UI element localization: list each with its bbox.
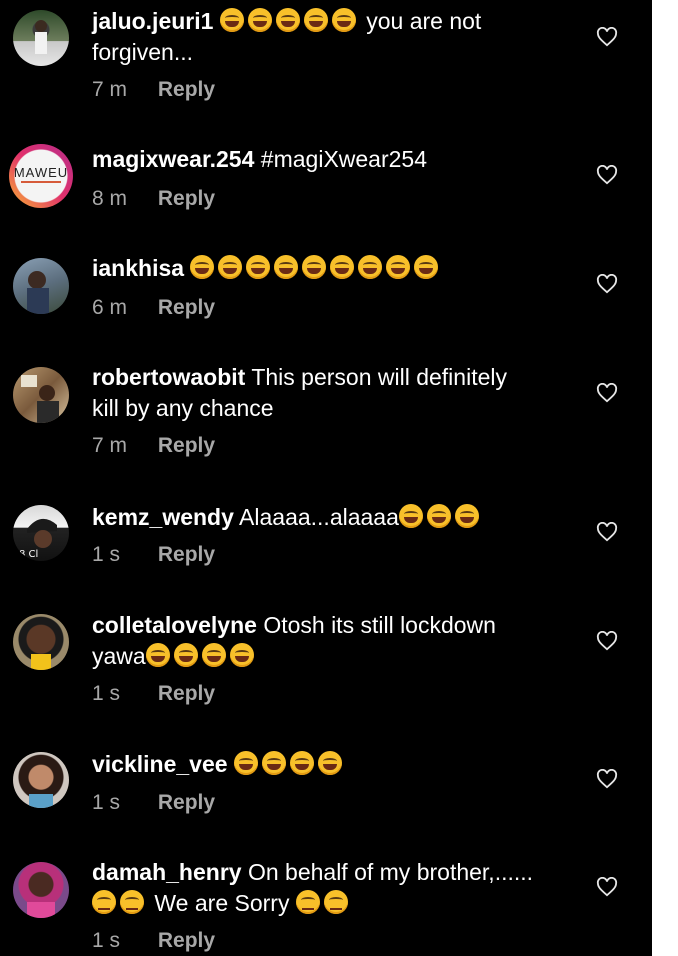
comment-time: 6 m <box>92 296 128 319</box>
comment-text: you are not <box>366 8 482 34</box>
comment-time: 8 m <box>92 187 128 210</box>
comment-text: This person will definitely <box>251 364 507 390</box>
reply-button[interactable]: Reply <box>158 543 215 566</box>
confused-emoji-icon <box>295 890 352 916</box>
reply-button[interactable]: Reply <box>158 682 215 705</box>
comment-text-continued: yawa <box>92 643 146 669</box>
comment-meta: 1 s Reply <box>92 791 215 815</box>
brand-logo: MAWEU <box>13 165 69 180</box>
comment-body: magixwear.254 #magiXwear254 <box>92 144 562 175</box>
avatar[interactable] <box>13 614 69 670</box>
comment-time: 1 s <box>92 543 121 566</box>
comment-body: damah_henry On behalf of my brother,....… <box>92 857 562 919</box>
comment-username[interactable]: jaluo.jeuri1 <box>92 8 213 34</box>
comment-meta: 1 s Reply <box>92 682 215 706</box>
heart-icon[interactable] <box>596 383 618 403</box>
comment-meta: 7 m Reply <box>92 434 215 458</box>
comment-username[interactable]: magixwear.254 <box>92 146 254 172</box>
comment-time: 1 s <box>92 682 121 705</box>
avatar[interactable] <box>13 367 69 423</box>
heart-icon[interactable] <box>596 631 618 651</box>
heart-icon[interactable] <box>596 522 618 542</box>
comment-text: #magiXwear254 <box>260 146 428 172</box>
comment-meta: 6 m Reply <box>92 296 215 320</box>
avatar[interactable] <box>13 10 69 66</box>
grinning-emoji-icon <box>190 255 442 281</box>
heart-icon[interactable] <box>596 165 618 185</box>
avatar[interactable] <box>13 862 69 918</box>
comment-body: robertowaobit This person will definitel… <box>92 362 562 424</box>
comment-text-continued: We are Sorry <box>154 890 290 916</box>
comment-text-continued: kill by any chance <box>92 395 274 421</box>
heart-icon[interactable] <box>596 27 618 47</box>
comment-meta: 8 m Reply <box>92 187 215 211</box>
comment-username[interactable]: vickline_vee <box>92 751 228 777</box>
heart-icon[interactable] <box>596 769 618 789</box>
comment-body: kemz_wendy Alaaaa...alaaaa <box>92 502 562 533</box>
avatar[interactable] <box>13 752 69 808</box>
avatar[interactable]: MAWEU <box>9 144 73 208</box>
comment-text: On behalf of my brother,...... <box>247 859 534 885</box>
avatar[interactable]: 8 Cl <box>13 505 69 561</box>
grinning-emoji-icon <box>398 504 483 530</box>
reply-button[interactable]: Reply <box>158 78 215 101</box>
comment-time: 1 s <box>92 929 121 952</box>
avatar[interactable] <box>13 258 69 314</box>
comment-text: Alaaaa...alaaaa <box>239 504 399 530</box>
comment-body: jaluo.jeuri1 you are not forgiven... <box>92 6 562 68</box>
comment-time: 7 m <box>92 434 128 457</box>
comment-text: Otosh its still lockdown <box>263 612 496 638</box>
reply-button[interactable]: Reply <box>158 296 215 319</box>
svg-text:8 Cl: 8 Cl <box>19 549 38 560</box>
crying-emoji-icon <box>92 890 148 916</box>
reply-button[interactable]: Reply <box>158 791 215 814</box>
comment-time: 1 s <box>92 791 121 814</box>
comment-body: vickline_vee <box>92 749 562 780</box>
grinning-emoji-icon <box>233 751 346 777</box>
heart-icon[interactable] <box>596 877 618 897</box>
reply-button[interactable]: Reply <box>158 434 215 457</box>
comment-username[interactable]: iankhisa <box>92 255 184 281</box>
comment-text-continued: forgiven... <box>92 39 193 65</box>
reply-button[interactable]: Reply <box>158 929 215 952</box>
brand-underline <box>21 181 61 183</box>
comment-username[interactable]: colletalovelyne <box>92 612 257 638</box>
comment-meta: 1 s Reply <box>92 543 215 567</box>
comment-username[interactable]: kemz_wendy <box>92 504 234 530</box>
comment-time: 7 m <box>92 78 128 101</box>
comment-username[interactable]: robertowaobit <box>92 364 245 390</box>
comment-username[interactable]: damah_henry <box>92 859 242 885</box>
comment-body: colletalovelyne Otosh its still lockdown… <box>92 610 562 672</box>
laughing-emoji-icon <box>219 8 360 34</box>
comment-meta: 7 m Reply <box>92 78 215 102</box>
reply-button[interactable]: Reply <box>158 187 215 210</box>
heart-icon[interactable] <box>596 274 618 294</box>
grinning-emoji-icon <box>145 643 258 669</box>
comments-screen: jaluo.jeuri1 you are not forgiven... 7 m… <box>0 0 652 956</box>
comment-body: iankhisa <box>92 253 562 284</box>
comment-meta: 1 s Reply <box>92 929 215 953</box>
